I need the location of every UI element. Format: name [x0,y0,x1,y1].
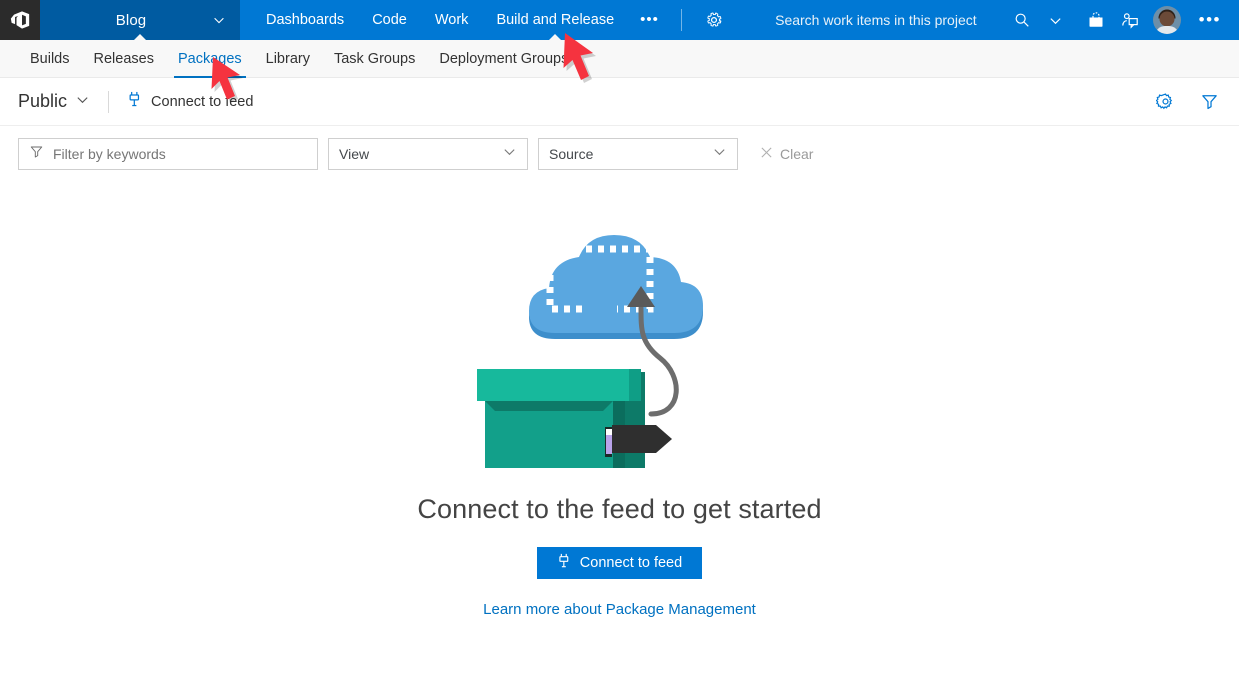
learn-more-link[interactable]: Learn more about Package Management [483,601,756,618]
chevron-down-icon [712,144,727,164]
empty-state: Connect to the feed to get started Conne… [0,182,1239,618]
search-input[interactable]: Filter by keywords [18,138,318,170]
feed-toolbar: Public Connect to feed [0,78,1239,126]
subnav-item-deployment-groups[interactable]: Deployment Groups* [427,40,586,78]
nav-item-code[interactable]: Code [358,0,421,40]
nav-item-dashboards[interactable]: Dashboards [252,0,358,40]
header-more-button[interactable]: ••• [1187,10,1233,30]
subnav-item-packages[interactable]: Packages [166,40,254,78]
clear-filters-button[interactable]: Clear [760,146,813,162]
azure-devops-logo-icon[interactable] [0,0,40,40]
filter-row: Filter by keywords View Source Clear [0,126,1239,182]
source-dropdown[interactable]: Source [538,138,738,170]
subnav-item-library[interactable]: Library [254,40,322,78]
connect-to-feed-button[interactable]: Connect to feed [536,547,703,579]
shopping-bag-icon[interactable] [1079,0,1113,40]
nav-divider [680,9,682,31]
funnel-icon[interactable] [1195,88,1223,116]
chevron-down-icon [212,13,226,27]
nav-overflow-button[interactable]: ••• [628,0,671,40]
header-right-icons: ••• [1078,0,1239,40]
connect-to-feed-toolbar-button[interactable]: Connect to feed [127,91,253,112]
avatar-face [1159,11,1175,27]
subnav-item-releases[interactable]: Releases [82,40,166,78]
primary-nav: Dashboards Code Work Build and Release •… [240,0,736,40]
gear-icon[interactable] [692,0,736,40]
funnel-icon [29,144,44,164]
top-header: Blog Dashboards Code Work Build and Rele… [0,0,1239,40]
feed-name-label: Public [18,91,68,111]
search-icon[interactable] [1005,0,1039,40]
chevron-down-icon [502,144,517,164]
gear-icon[interactable] [1151,88,1179,116]
avatar[interactable] [1152,6,1181,34]
search-controls [977,0,1073,40]
project-selector[interactable]: Blog [40,0,240,40]
nav-item-build-and-release[interactable]: Build and Release [482,0,628,40]
plug-icon [127,91,142,112]
secondary-nav: Builds Releases Packages Library Task Gr… [0,40,1239,78]
chevron-down-icon [75,91,90,112]
search-area[interactable]: Search work items in this project [761,0,1079,40]
cloud-upload-package-illustration [455,208,785,494]
connect-to-feed-button-label: Connect to feed [579,555,683,571]
search-input-placeholder: Filter by keywords [53,146,166,162]
user-feedback-icon[interactable] [1113,0,1147,40]
feed-selector[interactable]: Public [18,91,90,112]
feed-toolbar-right [1151,88,1223,116]
view-dropdown-label: View [339,146,370,162]
nav-item-work[interactable]: Work [421,0,483,40]
toolbar-divider [108,90,110,113]
view-dropdown[interactable]: View [328,138,528,170]
avatar-body [1154,26,1179,34]
project-name: Blog [115,11,147,29]
connect-to-feed-label: Connect to feed [151,93,254,110]
source-dropdown-label: Source [549,146,594,162]
plug-icon [557,553,571,573]
subnav-item-task-groups[interactable]: Task Groups [322,40,427,78]
clear-filters-label: Clear [780,146,814,162]
page-title: Connect to the feed to get started [417,494,822,524]
close-icon [760,146,773,162]
subnav-item-builds[interactable]: Builds [18,40,82,78]
chevron-down-icon[interactable] [1039,0,1073,40]
header-spacer [736,0,761,40]
search-input[interactable]: Search work items in this project [761,12,977,28]
